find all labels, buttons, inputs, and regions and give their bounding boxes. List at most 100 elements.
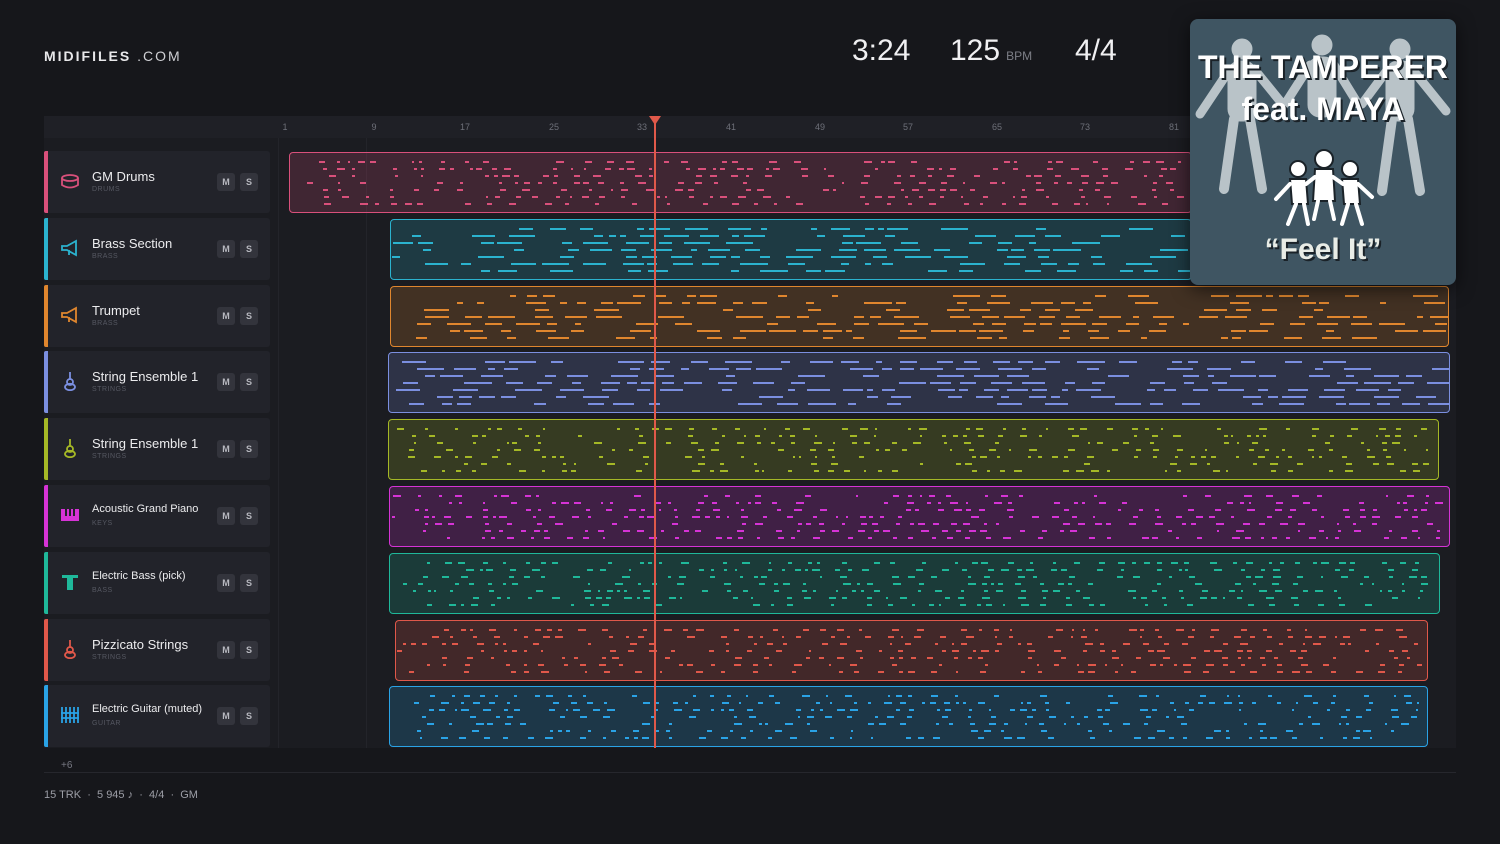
midi-note — [1017, 568, 1023, 571]
midi-note — [658, 241, 672, 244]
midi-note — [1311, 723, 1320, 726]
solo-button[interactable]: S — [240, 239, 258, 258]
midi-note — [1292, 737, 1297, 740]
midi-note — [565, 203, 570, 205]
midi-note — [1028, 449, 1037, 452]
midi-note — [806, 269, 821, 272]
solo-button[interactable]: S — [240, 440, 258, 459]
midi-clip[interactable] — [389, 486, 1450, 547]
midi-note — [1346, 463, 1353, 466]
midi-note — [538, 182, 543, 184]
track-header[interactable]: String Ensemble 1 STRINGS M S — [44, 351, 270, 414]
midi-note — [763, 428, 766, 431]
midi-note — [1088, 603, 1094, 606]
midi-note — [1264, 449, 1270, 452]
midi-note — [607, 589, 613, 592]
midi-note — [760, 269, 789, 272]
midi-note — [508, 234, 535, 237]
mute-button[interactable]: M — [217, 239, 235, 258]
solo-button[interactable]: S — [240, 507, 258, 525]
midi-clip[interactable] — [289, 152, 1192, 213]
playhead-marker[interactable] — [649, 116, 661, 125]
mute-button[interactable]: M — [217, 440, 235, 459]
midi-note — [397, 649, 402, 652]
track-header[interactable]: Acoustic Grand Piano KEYS M S — [44, 485, 270, 547]
midi-note — [700, 234, 719, 237]
midi-note — [1136, 656, 1141, 659]
midi-note — [1004, 161, 1011, 163]
midi-clip[interactable] — [389, 552, 1440, 614]
midi-note — [437, 396, 453, 399]
midi-note — [778, 435, 783, 438]
midi-note — [1188, 509, 1195, 511]
midi-note — [891, 575, 899, 578]
mute-button[interactable]: M — [217, 507, 235, 525]
midi-note — [1182, 375, 1199, 378]
midi-note — [1417, 596, 1421, 599]
midi-note — [771, 603, 775, 606]
midi-note — [616, 336, 636, 339]
midi-note — [570, 603, 574, 606]
midi-clip[interactable] — [388, 352, 1450, 414]
midi-note — [1009, 709, 1015, 712]
solo-button[interactable]: S — [240, 173, 258, 191]
midi-clip[interactable] — [390, 218, 1192, 280]
midi-note — [1314, 589, 1323, 592]
midi-clip[interactable] — [390, 285, 1449, 347]
mute-button[interactable]: M — [217, 707, 235, 726]
midi-note — [588, 189, 592, 191]
midi-clip[interactable] — [395, 619, 1428, 681]
midi-note — [864, 203, 870, 205]
midi-note — [1116, 575, 1123, 578]
midi-note — [929, 702, 936, 705]
midi-note — [532, 642, 539, 645]
solo-button[interactable]: S — [240, 373, 258, 392]
midi-clip[interactable] — [388, 419, 1439, 481]
track-header[interactable]: String Ensemble 1 STRINGS M S — [44, 418, 270, 481]
mute-button[interactable]: M — [217, 640, 235, 659]
mute-button[interactable]: M — [217, 306, 235, 325]
solo-button[interactable]: S — [240, 573, 258, 592]
mute-button[interactable]: M — [217, 373, 235, 392]
midi-note — [1099, 561, 1106, 564]
midi-note — [603, 702, 608, 705]
midi-note — [682, 301, 690, 304]
midi-note — [919, 182, 927, 184]
midi-note — [1339, 561, 1347, 564]
track-header[interactable]: GM Drums DRUMS M S — [44, 151, 270, 213]
midi-note — [1258, 428, 1267, 431]
midi-note — [570, 329, 584, 332]
midi-note — [787, 516, 794, 518]
midi-note — [866, 389, 874, 392]
midi-note — [1093, 262, 1106, 265]
more-tracks-indicator[interactable]: +6 — [61, 760, 72, 771]
midi-note — [966, 635, 974, 638]
solo-button[interactable]: S — [240, 640, 258, 659]
midi-note — [896, 523, 901, 525]
solo-button[interactable]: S — [240, 306, 258, 325]
playhead[interactable] — [654, 116, 656, 748]
midi-note — [1133, 737, 1141, 740]
midi-note — [813, 589, 816, 592]
midi-note — [882, 530, 890, 532]
midi-note — [485, 196, 489, 198]
track-header[interactable]: Brass Section BRASS M S — [44, 217, 270, 280]
midi-note — [871, 523, 878, 525]
track-header[interactable]: Trumpet BRASS M S — [44, 284, 270, 347]
midi-clip[interactable] — [389, 686, 1428, 748]
track-header[interactable]: Electric Bass (pick) BASS M S — [44, 551, 270, 614]
mute-button[interactable]: M — [217, 573, 235, 592]
track-header[interactable]: Electric Guitar (muted) GUITAR M S — [44, 685, 270, 748]
midi-note — [1393, 656, 1398, 659]
mute-button[interactable]: M — [217, 173, 235, 191]
midi-note — [788, 389, 795, 392]
midi-note — [658, 509, 661, 511]
solo-button[interactable]: S — [240, 707, 258, 726]
midi-note — [1151, 537, 1158, 539]
track-color-stripe — [44, 618, 48, 681]
track-header[interactable]: Pizzicato Strings STRINGS M S — [44, 618, 270, 681]
midi-note — [1077, 361, 1105, 364]
midi-note — [509, 568, 516, 571]
midi-note — [1114, 670, 1119, 673]
midi-note — [1348, 568, 1354, 571]
